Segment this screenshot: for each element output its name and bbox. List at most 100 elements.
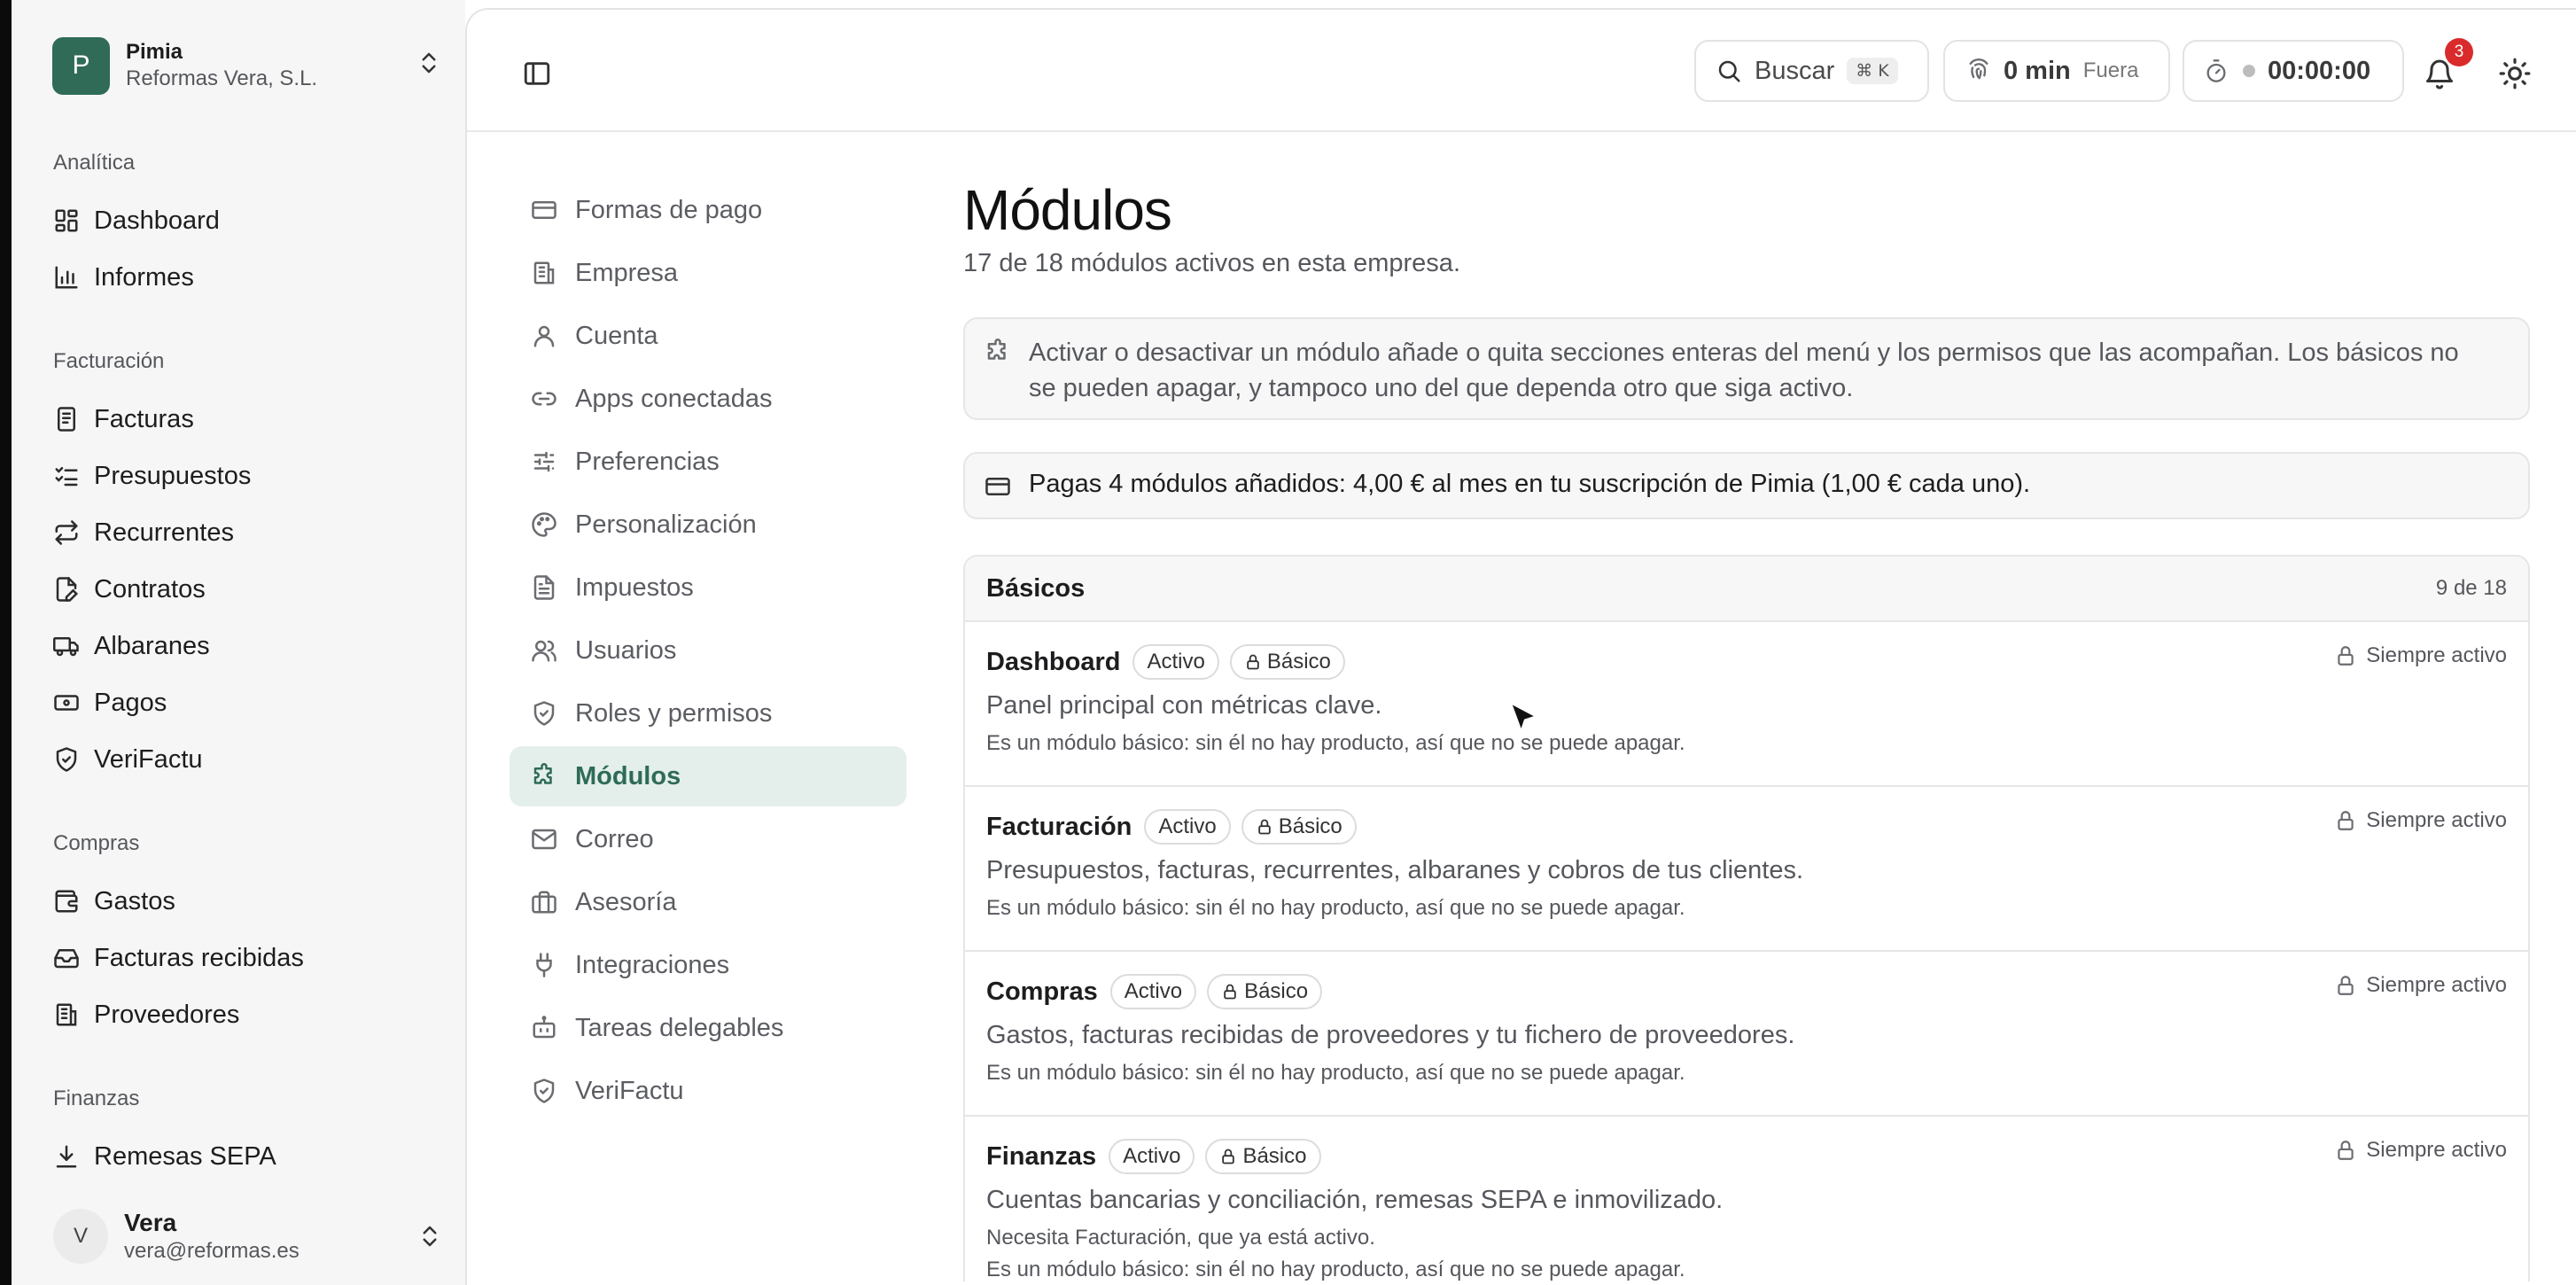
module-name: Facturación <box>986 812 1132 841</box>
tier-label: Básico <box>1242 1144 1307 1168</box>
sidebar-item-facturas[interactable]: Facturas <box>53 396 443 442</box>
settings-item-label: Preferencias <box>575 447 720 476</box>
nav-group-analitica: Analítica <box>53 151 136 175</box>
timer-value: 00:00:00 <box>2268 56 2371 85</box>
module-name: Finanzas <box>986 1141 1097 1171</box>
sidebar-item-facturas-recibidas[interactable]: Facturas recibidas <box>53 935 443 981</box>
module-note: Es un módulo básico: sin él no hay produ… <box>986 896 1685 920</box>
always-active-label: Siempre activo <box>2366 643 2507 667</box>
always-active-label: Siempre activo <box>2366 1138 2507 1162</box>
module-description: Panel principal con métricas clave. <box>986 691 1382 720</box>
tier-label: Básico <box>1266 650 1331 674</box>
workspace-company: Reformas Vera, S.L. <box>126 66 318 90</box>
shield-check-icon <box>53 746 80 773</box>
wallet-icon <box>53 888 80 915</box>
user-menu[interactable]: V Vera vera@reformas.es <box>53 1201 443 1272</box>
module-description: Cuentas bancarias y conciliación, remesa… <box>986 1186 1724 1214</box>
sun-icon[interactable] <box>2498 57 2532 90</box>
workspace-avatar: P <box>52 36 110 95</box>
tier-badge: Básico <box>1241 809 1357 845</box>
mail-icon <box>531 826 557 853</box>
sidebar-item-verifactu[interactable]: VeriFactu <box>53 736 443 783</box>
settings-item-asesoria[interactable]: Asesoría <box>510 872 907 932</box>
workspace-info: Pimia Reformas Vera, S.L. <box>126 39 317 92</box>
tier-badge: Básico <box>1205 1139 1321 1174</box>
settings-item-formas-de-pago[interactable]: Formas de pago <box>510 180 907 240</box>
search-button[interactable]: Buscar ⌘ K <box>1694 40 1929 102</box>
sidebar-item-label: Informes <box>94 262 194 292</box>
settings-item-modulos[interactable]: Módulos <box>510 746 907 806</box>
sidebar-item-pagos[interactable]: Pagos <box>53 680 443 726</box>
lock-icon <box>1256 818 1273 836</box>
settings-item-correo[interactable]: Correo <box>510 809 907 869</box>
sidebar-item-gastos[interactable]: Gastos <box>53 878 443 924</box>
settings-item-usuarios[interactable]: Usuarios <box>510 620 907 681</box>
main-panel: Buscar ⌘ K 0 min Fuera 00:00:00 3 Formas… <box>465 8 2576 1285</box>
banknote-icon <box>53 689 80 716</box>
always-active-label: Siempre activo <box>2366 808 2507 832</box>
sidebar-item-albaranes[interactable]: Albaranes <box>53 623 443 669</box>
settings-item-label: VeriFactu <box>575 1076 684 1105</box>
checklist-icon <box>53 463 80 489</box>
time-value: 0 min <box>2004 56 2071 85</box>
sidebar-item-presupuestos[interactable]: Presupuestos <box>53 453 443 499</box>
search-icon <box>1716 58 1742 84</box>
lock-icon <box>2334 974 2357 997</box>
settings-item-tareas-delegables[interactable]: Tareas delegables <box>510 998 907 1058</box>
sidebar-item-recurrentes[interactable]: Recurrentes <box>53 510 443 556</box>
page-title: Módulos <box>963 178 1172 242</box>
mouse-cursor-icon <box>1506 700 1542 736</box>
settings-item-roles-y-permisos[interactable]: Roles y permisos <box>510 683 907 744</box>
settings-item-label: Módulos <box>575 761 681 790</box>
sidebar-item-label: Albaranes <box>94 631 210 660</box>
sidebar-item-contratos[interactable]: Contratos <box>53 566 443 612</box>
settings-item-impuestos[interactable]: Impuestos <box>510 557 907 618</box>
sidebar-item-informes[interactable]: Informes <box>53 254 443 300</box>
sidebar-item-dashboard[interactable]: Dashboard <box>53 198 443 244</box>
link-icon <box>531 386 557 412</box>
settings-item-preferencias[interactable]: Preferencias <box>510 432 907 492</box>
lock-icon <box>2334 1139 2357 1162</box>
info-text-line-1: Activar o desactivar un módulo añade o q… <box>1029 339 2459 367</box>
section-title: Básicos <box>986 573 1086 603</box>
sidebar-item-proveedores[interactable]: Proveedores <box>53 992 443 1038</box>
tier-label: Básico <box>1278 814 1342 838</box>
avatar: V <box>53 1209 108 1264</box>
settings-item-cuenta[interactable]: Cuenta <box>510 306 907 366</box>
sidebar-toggle-icon[interactable] <box>522 58 552 89</box>
document-icon <box>531 574 557 601</box>
sidebar-item-label: Remesas SEPA <box>94 1141 276 1171</box>
payment-callout: Pagas 4 módulos añadidos: 4,00 € al mes … <box>963 452 2530 519</box>
time-status: Fuera <box>2082 58 2139 82</box>
bot-icon <box>531 1015 557 1041</box>
settings-item-personalizacion[interactable]: Personalización <box>510 495 907 555</box>
settings-item-empresa[interactable]: Empresa <box>510 243 907 303</box>
timer-button[interactable]: 00:00:00 <box>2183 40 2404 102</box>
modules-page: Módulos 17 de 18 módulos activos en esta… <box>963 175 2532 1281</box>
settings-item-label: Usuarios <box>575 635 677 665</box>
lock-icon <box>2334 809 2357 832</box>
user-info: Vera vera@reformas.es <box>124 1208 300 1265</box>
sliders-icon <box>531 448 557 475</box>
fingerprint-icon <box>1966 58 1991 83</box>
settings-item-integraciones[interactable]: Integraciones <box>510 935 907 995</box>
download-icon <box>53 1143 80 1170</box>
plug-icon <box>531 952 557 978</box>
sidebar-item-remesas-sepa[interactable]: Remesas SEPA <box>53 1133 443 1180</box>
settings-item-verifactu[interactable]: VeriFactu <box>510 1061 907 1121</box>
topbar: Buscar ⌘ K 0 min Fuera 00:00:00 3 <box>467 10 2576 132</box>
settings-item-apps-conectadas[interactable]: Apps conectadas <box>510 369 907 429</box>
time-tracking-button[interactable]: 0 min Fuera <box>1943 40 2170 102</box>
info-text-line-2: se pueden apagar, y tampoco uno del que … <box>1029 374 1854 402</box>
workspace-switcher[interactable]: P Pimia Reformas Vera, S.L. <box>52 35 442 97</box>
module-note: Es un módulo básico: sin él no hay produ… <box>986 731 1685 755</box>
sidebar-item-label: Presupuestos <box>94 461 252 490</box>
dashboard-icon <box>53 207 80 234</box>
info-callout: Activar o desactivar un módulo añade o q… <box>963 317 2530 420</box>
search-label: Buscar <box>1755 56 1835 85</box>
credit-card-icon <box>531 197 557 223</box>
app-sidebar: P Pimia Reformas Vera, S.L. Analítica Da… <box>12 0 465 1285</box>
settings-item-label: Empresa <box>575 258 679 287</box>
user-icon <box>531 323 557 349</box>
settings-item-label: Personalización <box>575 510 757 539</box>
